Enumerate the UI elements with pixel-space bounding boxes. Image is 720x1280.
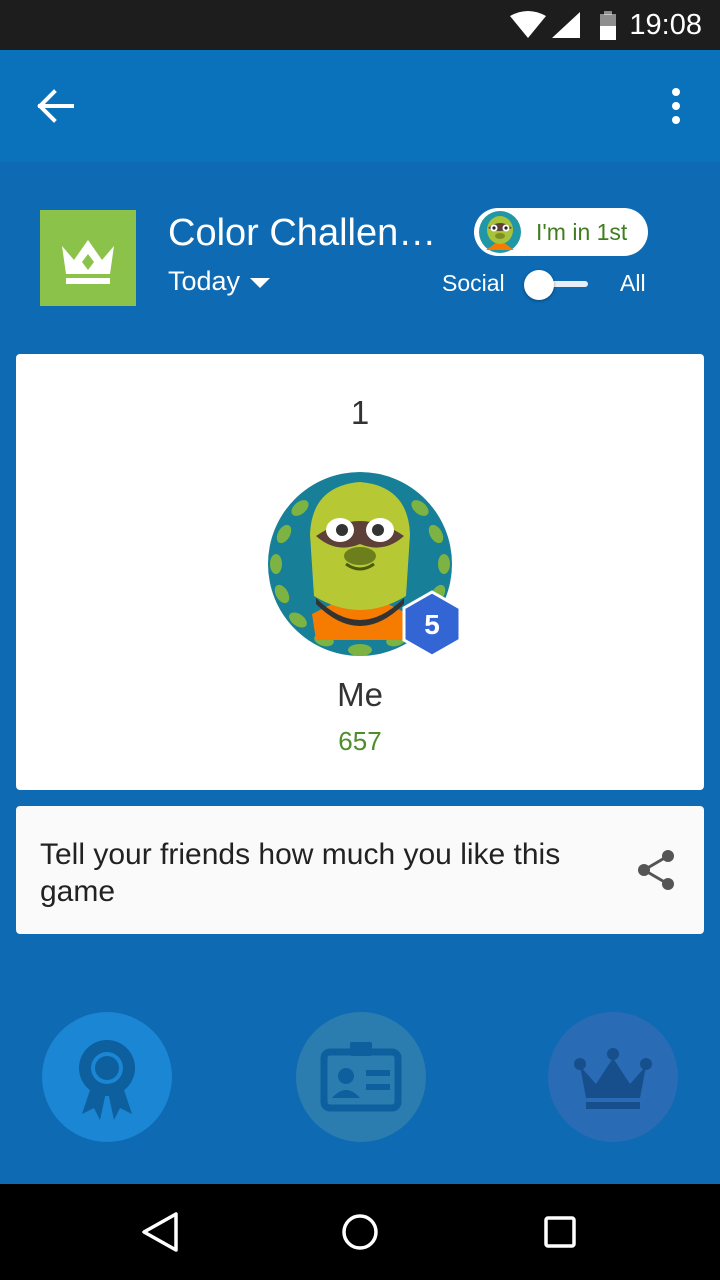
- nav-recents-icon[interactable]: [536, 1208, 584, 1256]
- player-name: Me: [337, 676, 383, 713]
- achievements-button[interactable]: [42, 1012, 172, 1142]
- level-badge: 5: [402, 590, 462, 658]
- leaderboard-content: Color Challen… Today I'm in 1st Social A…: [0, 162, 720, 1184]
- wifi-icon: [510, 11, 546, 38]
- app-bar: [0, 50, 720, 162]
- status-icons: [510, 11, 616, 40]
- period-dropdown[interactable]: Today: [168, 266, 271, 297]
- leaderboards-button[interactable]: [548, 1012, 678, 1142]
- status-bar: 19:08: [0, 0, 720, 50]
- signal-icon: [552, 12, 580, 38]
- share-prompt-text: Tell your friends how much you like this…: [40, 838, 561, 908]
- rank-chip-label: I'm in 1st: [536, 219, 628, 245]
- toggle-thumb: [524, 270, 554, 300]
- chevron-down-icon: [250, 277, 271, 288]
- period-label: Today: [168, 266, 241, 296]
- share-card[interactable]: Tell your friends how much you like this…: [16, 806, 704, 934]
- rank-chip[interactable]: I'm in 1st: [474, 208, 648, 256]
- game-icon: [40, 210, 136, 306]
- game-title: Color Challen…: [168, 212, 437, 254]
- status-time: 19:08: [629, 9, 702, 41]
- nav-back-icon[interactable]: [136, 1208, 184, 1256]
- more-vert-icon[interactable]: [660, 78, 700, 134]
- crown-icon: [62, 240, 114, 284]
- nav-home-icon[interactable]: [336, 1208, 384, 1256]
- player-score: 657: [338, 726, 382, 756]
- crown-icon: [574, 1048, 652, 1109]
- share-icon[interactable]: [634, 848, 678, 892]
- ribbon-award-icon: [79, 1040, 135, 1120]
- rank-number: 1: [350, 394, 370, 431]
- system-nav-bar: [0, 1184, 720, 1280]
- score-card[interactable]: 1 5 Me 657: [16, 354, 704, 790]
- sloth-head: [310, 482, 410, 610]
- toggle-all-label: All: [620, 270, 646, 296]
- arrow-back-icon[interactable]: [26, 78, 86, 134]
- profile-button[interactable]: [296, 1012, 426, 1142]
- toggle-social-label: Social: [442, 270, 505, 296]
- id-card-icon: [320, 1042, 402, 1112]
- level-number: 5: [424, 609, 440, 640]
- sloth-avatar-icon: [479, 211, 521, 253]
- social-all-toggle[interactable]: [524, 268, 590, 302]
